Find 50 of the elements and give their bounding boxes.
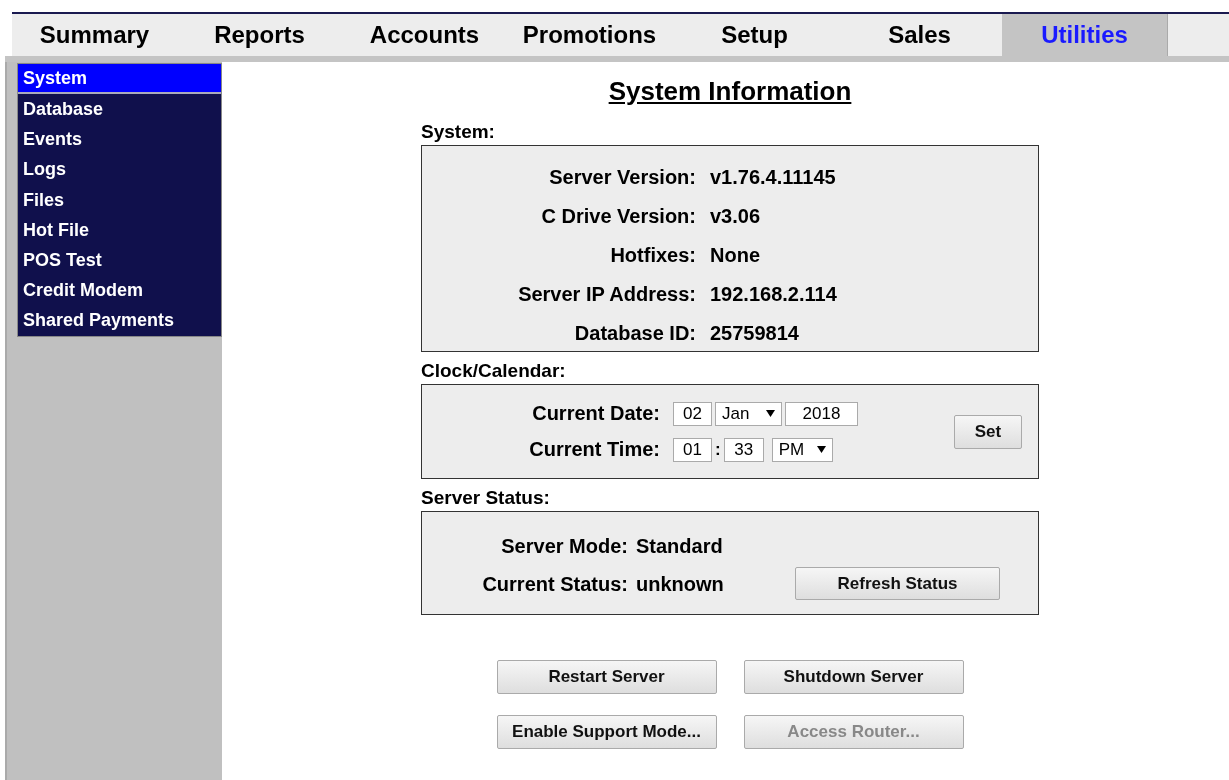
sidebar-item[interactable]: Logs bbox=[18, 154, 221, 185]
ampm-dropdown[interactable]: PM bbox=[771, 437, 833, 462]
refresh-status-button[interactable]: Refresh Status bbox=[795, 567, 1000, 600]
nav-tab[interactable]: Utilities bbox=[1002, 14, 1167, 56]
field-label: C Drive Version: bbox=[540, 205, 697, 228]
field-value: 25759814 bbox=[710, 322, 799, 345]
day-field[interactable]: 02 bbox=[673, 401, 712, 426]
sidebar-item[interactable]: System bbox=[18, 64, 221, 94]
field-value: v1.76.4.11145 bbox=[710, 166, 836, 189]
section-heading: Server Status: bbox=[421, 487, 551, 510]
nav-tab[interactable]: Setup bbox=[672, 14, 837, 56]
section-heading: Clock/Calendar: bbox=[421, 360, 567, 383]
caret-icon bbox=[816, 446, 826, 453]
hour-field[interactable]: 01 bbox=[673, 437, 712, 462]
sidebar-item[interactable]: Events bbox=[18, 124, 221, 155]
field-label: Current Status: bbox=[481, 573, 629, 596]
set-button[interactable]: Set bbox=[954, 414, 1022, 449]
field-label: Current Time: bbox=[528, 438, 660, 461]
field-value: v3.06 bbox=[710, 205, 761, 228]
nav-tab[interactable]: Sales bbox=[837, 14, 1002, 56]
field-value: None bbox=[710, 244, 760, 267]
field-label: Hotfixes: bbox=[609, 244, 697, 267]
field-value: 192.168.2.114 bbox=[710, 283, 837, 306]
field-value: unknown bbox=[636, 573, 724, 596]
page-title: System Information bbox=[608, 76, 852, 107]
caret-icon bbox=[766, 410, 775, 417]
sidebar-item[interactable]: Shared Payments bbox=[18, 305, 221, 336]
field-value: Standard bbox=[636, 535, 723, 558]
nav-tab[interactable]: Promotions bbox=[507, 14, 672, 56]
action-button[interactable]: Shutdown Server bbox=[743, 660, 964, 694]
field-label: Current Date: bbox=[531, 402, 660, 425]
nav-tab[interactable]: Summary bbox=[12, 14, 177, 56]
action-button[interactable]: Restart Server bbox=[496, 660, 717, 694]
field-label: Server Version: bbox=[548, 166, 697, 189]
nav-tab[interactable]: Reports bbox=[177, 14, 342, 56]
nav-tab[interactable]: Accounts bbox=[342, 14, 507, 56]
year-field[interactable]: 2018 bbox=[785, 401, 858, 426]
field-label: Server IP Address: bbox=[517, 283, 697, 306]
sidebar-item[interactable]: POS Test bbox=[18, 244, 221, 276]
month-dropdown[interactable]: Jan bbox=[715, 401, 782, 426]
sidebar-item[interactable]: Credit Modem bbox=[18, 275, 221, 306]
field-label: Database ID: bbox=[573, 322, 697, 345]
minute-field[interactable]: 33 bbox=[723, 437, 764, 462]
sidebar-item[interactable]: Files bbox=[18, 184, 221, 215]
sidebar-item[interactable]: Hot File bbox=[18, 214, 221, 245]
field-label: Server Mode: bbox=[500, 535, 629, 558]
sidebar-item[interactable]: Database bbox=[18, 94, 221, 125]
time-separator: : bbox=[715, 439, 721, 460]
section-heading: System: bbox=[421, 121, 496, 144]
action-button[interactable]: Enable Support Mode... bbox=[496, 715, 717, 749]
